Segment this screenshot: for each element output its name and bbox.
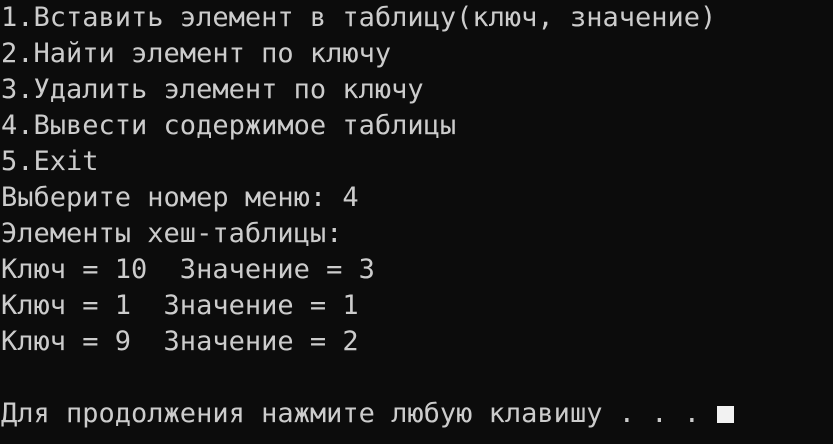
menu-selection-prompt: Выберите номер меню: 4 — [1, 182, 359, 213]
hash-table-entry: Ключ = 1 Значение = 1 — [1, 290, 359, 321]
continue-prompt-line: Для продолжения нажмите любую клавишу . … — [1, 396, 833, 432]
menu-option-5: 5.Exit — [1, 146, 99, 177]
menu-option-1: 1.Вставить элемент в таблицу(ключ, значе… — [1, 2, 717, 33]
menu-option-4: 4.Вывести содержимое таблицы — [1, 110, 457, 141]
hash-table-entry: Ключ = 9 Значение = 2 — [1, 326, 359, 357]
console-window[interactable]: 1.Вставить элемент в таблицу(ключ, значе… — [0, 0, 833, 444]
hash-table-entry: Ключ = 10 Значение = 3 — [1, 254, 375, 285]
text-cursor — [717, 406, 735, 423]
hash-table-header: Элементы хеш-таблицы: — [1, 218, 343, 249]
menu-option-2: 2.Найти элемент по ключу — [1, 38, 392, 69]
menu-option-3: 3.Удалить элемент по ключу — [1, 74, 424, 105]
continue-prompt: Для продолжения нажмите любую клавишу . … — [1, 398, 717, 429]
